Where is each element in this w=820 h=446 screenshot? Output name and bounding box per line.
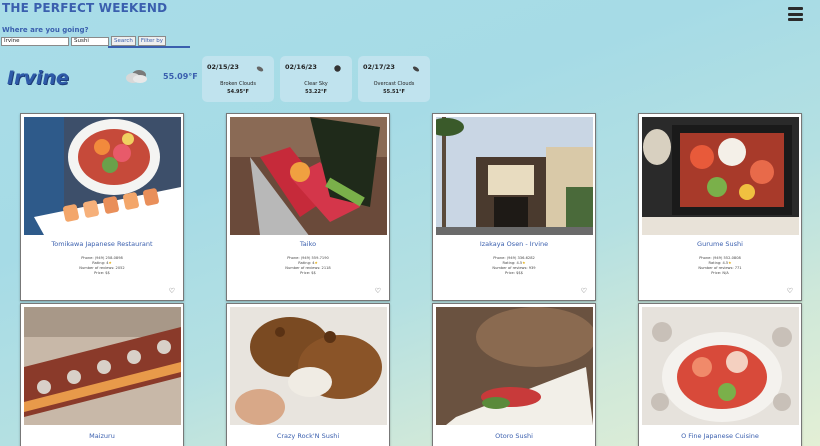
star-icon: ★ [108, 261, 112, 265]
filter-underline [108, 46, 190, 48]
restaurant-name[interactable]: Crazy Rock'N Sushi [227, 432, 389, 440]
search-prompt: Where are you going? [2, 26, 89, 34]
restaurant-price: Price: $$ [300, 271, 316, 275]
search-term-input[interactable] [71, 36, 109, 46]
restaurant-name[interactable]: Taiko [227, 240, 389, 248]
restaurant-photo [230, 307, 387, 425]
hamburger-menu-icon[interactable] [788, 7, 803, 21]
star-icon: ★ [728, 261, 732, 265]
search-button[interactable]: Search [111, 36, 136, 46]
forecast-date: 02/15/23 [207, 63, 239, 71]
forecast-description: Overcast Clouds [373, 81, 415, 87]
restaurant-photo [642, 307, 799, 425]
restaurant-price: Price: N/A [711, 271, 729, 275]
restaurant-name[interactable]: Izakaya Osen - Irvine [433, 240, 595, 248]
restaurant-photo [436, 307, 593, 425]
restaurant-card[interactable]: Gurume Sushi Phone: (949) 552-0808 Ratin… [638, 113, 802, 301]
restaurant-name[interactable]: Maizuru [21, 432, 183, 440]
restaurant-card[interactable]: Izakaya Osen - Irvine Phone: (949) 336-6… [432, 113, 596, 301]
restaurant-price: Price: $$$ [505, 271, 523, 275]
forecast-temperature: 53.22°F [305, 89, 327, 95]
filter-button[interactable]: Filter by [137, 36, 167, 46]
restaurant-name[interactable]: Tomikawa Japanese Restaurant [21, 240, 183, 248]
forecast-description: Broken Clouds [220, 81, 256, 87]
forecast-card: 02/16/23 Clear Sky 53.22°F [280, 56, 352, 102]
restaurant-card[interactable]: Taiko Phone: (949) 559-7190 Rating: 4★ N… [226, 113, 390, 301]
restaurant-name[interactable]: Otoro Sushi [433, 432, 595, 440]
favorite-heart-icon[interactable]: ♡ [375, 287, 381, 295]
forecast-description: Clear Sky [304, 81, 328, 87]
restaurant-details: Phone: (949) 258-0898 Rating: 4★ Number … [21, 256, 183, 276]
restaurant-card[interactable]: O Fine Japanese Cuisine [638, 303, 802, 446]
restaurant-photo [24, 307, 181, 425]
forecast-temperature: 54.95°F [227, 89, 249, 95]
restaurant-price: Price: $$ [94, 271, 110, 275]
forecast-card: 02/17/23 Overcast Clouds 55.51°F [358, 56, 430, 102]
app-title: THE PERFECT WEEKEND [2, 1, 168, 15]
restaurant-name[interactable]: O Fine Japanese Cuisine [639, 432, 801, 440]
cloudy-icon [126, 70, 147, 83]
forecast-date: 02/16/23 [285, 63, 317, 71]
restaurant-photo [24, 117, 181, 235]
restaurant-card[interactable]: Tomikawa Japanese Restaurant Phone: (949… [20, 113, 184, 301]
forecast-temperature: 55.51°F [383, 89, 405, 95]
current-temperature: 55.09°F [163, 72, 198, 81]
location-input[interactable] [1, 36, 69, 46]
forecast-date: 02/17/23 [363, 63, 395, 71]
star-icon: ★ [314, 261, 318, 265]
search-bar: Search Filter by [1, 36, 168, 46]
broken-clouds-icon [256, 66, 264, 72]
restaurant-photo [642, 117, 799, 235]
city-name: Irvine [7, 67, 69, 89]
restaurant-details: Phone: (949) 336-6282 Rating: 4.5★ Numbe… [433, 256, 595, 276]
restaurant-name[interactable]: Gurume Sushi [639, 240, 801, 248]
restaurant-details: Phone: (949) 552-0808 Rating: 4.5★ Numbe… [639, 256, 801, 276]
restaurant-card[interactable]: Otoro Sushi [432, 303, 596, 446]
restaurant-card[interactable]: Crazy Rock'N Sushi [226, 303, 390, 446]
forecast-card: 02/15/23 Broken Clouds 54.95°F [202, 56, 274, 102]
restaurant-photo [436, 117, 593, 235]
restaurant-details: Phone: (949) 559-7190 Rating: 4★ Number … [227, 256, 389, 276]
favorite-heart-icon[interactable]: ♡ [787, 287, 793, 295]
overcast-clouds-icon [412, 66, 420, 72]
star-icon: ★ [522, 261, 526, 265]
restaurant-photo [230, 117, 387, 235]
favorite-heart-icon[interactable]: ♡ [581, 287, 587, 295]
restaurant-card[interactable]: Maizuru [20, 303, 184, 446]
clear-sky-icon [334, 65, 341, 72]
favorite-heart-icon[interactable]: ♡ [169, 287, 175, 295]
